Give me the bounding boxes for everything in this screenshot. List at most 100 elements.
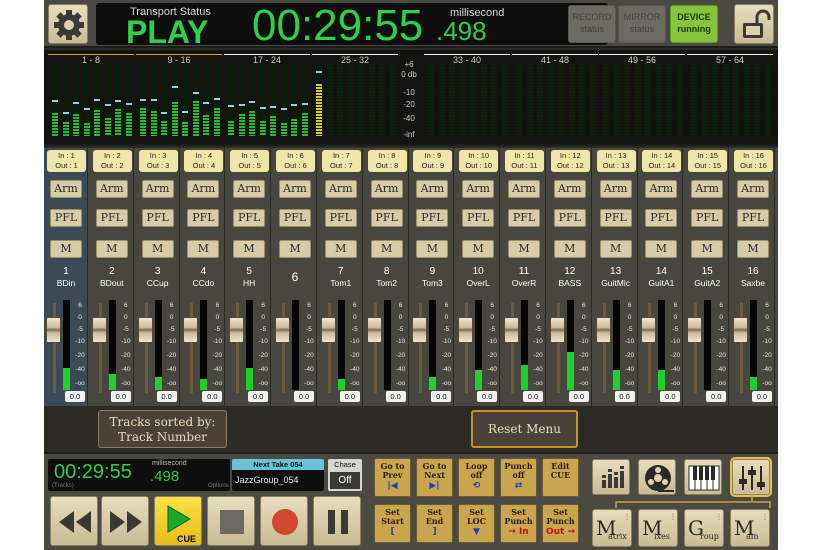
mute-button[interactable]: M	[737, 240, 769, 258]
channel-name[interactable]: GuitA1	[639, 278, 683, 288]
channel-name[interactable]: Saxbe	[731, 278, 775, 288]
mute-button[interactable]: M	[508, 240, 540, 258]
channel-name[interactable]: BDout	[90, 278, 134, 288]
fader-handle[interactable]	[46, 317, 61, 344]
channel-strip-12[interactable]: In : 12 Out : 12 Arm PFL M 12 BASS 6 0 -5 -10 -20 -4…	[548, 148, 592, 406]
mixer-view-button[interactable]	[730, 457, 772, 497]
channel-name[interactable]: BASS	[548, 278, 592, 288]
arm-button[interactable]: Arm	[508, 180, 540, 198]
pfl-button[interactable]: PFL	[370, 209, 403, 227]
channel-name[interactable]: Tom1	[319, 278, 363, 288]
arm-button[interactable]: Arm	[599, 180, 632, 198]
pfl-button[interactable]: PFL	[141, 209, 174, 227]
arm-button[interactable]: Arm	[645, 180, 678, 198]
channel-strip-1[interactable]: In : 1 Out : 1 Arm PFL M 1 BDin 6 0 -5 -10 -20 -40 -o…	[44, 148, 88, 406]
io-routing-button[interactable]: In : 3 Out : 3	[138, 150, 178, 172]
fader-handle[interactable]	[595, 317, 611, 344]
mute-button[interactable]: M	[187, 240, 220, 258]
fader-handle[interactable]	[458, 317, 474, 344]
pfl-button[interactable]: PFL	[50, 209, 82, 227]
mute-button[interactable]: M	[599, 240, 632, 258]
channel-name[interactable]: GuitMic	[594, 278, 638, 288]
io-routing-button[interactable]: In : 10 Out : 10	[459, 150, 499, 172]
mix-view-button-2[interactable]: Mixes ⫶	[638, 509, 678, 547]
channel-strip-15[interactable]: In : 15 Out : 15 Arm PFL M 15 GuitA2 6 0 -5 -10 -20…	[685, 148, 730, 406]
io-routing-button[interactable]: In : 16 Out : 16	[734, 150, 773, 172]
channel-name[interactable]: CCdo	[181, 278, 225, 288]
fader-handle[interactable]	[183, 317, 199, 344]
mute-button[interactable]: M	[462, 240, 495, 258]
arm-button[interactable]: Arm	[553, 180, 586, 198]
locate-button-4[interactable]: Punch off ⇄	[500, 458, 537, 497]
arm-button[interactable]: Arm	[95, 180, 128, 198]
next-take-field[interactable]: Next Take 054 JazzGroup_054	[232, 459, 324, 491]
mute-button[interactable]: M	[370, 240, 403, 258]
channel-strip-13[interactable]: In : 13 Out : 13 Arm PFL M 13 GuitMic 6 0 -5 -10 -2…	[594, 148, 638, 406]
fader-handle[interactable]	[275, 317, 290, 344]
pfl-button[interactable]: PFL	[279, 209, 311, 227]
channel-name[interactable]: Tom3	[410, 278, 454, 288]
meter-view-button[interactable]	[592, 459, 630, 495]
io-routing-button[interactable]: In : 1 Out : 1	[47, 150, 86, 172]
mix-view-button-4[interactable]: Main ⫶	[730, 509, 770, 547]
fast-forward-button[interactable]	[101, 496, 149, 546]
channel-strip-9[interactable]: In : 9 Out : 9 Arm PFL M 9 Tom3 6 0 -5 -10 -20 -40 -o…	[410, 148, 455, 406]
mix-view-button-1[interactable]: Matrix ⫶	[592, 509, 632, 547]
lock-button[interactable]	[734, 4, 774, 44]
mute-button[interactable]: M	[645, 240, 678, 258]
channel-strip-7[interactable]: In : 7 Out : 7 Arm PFL M 7 Tom1 6 0 -5 -10 -20 -40 -o…	[319, 148, 363, 406]
fader-handle[interactable]	[687, 317, 703, 344]
locate-button-8[interactable]: Set LOC ▼	[458, 504, 495, 543]
io-routing-button[interactable]: In : 11 Out : 11	[505, 150, 544, 172]
chase-toggle[interactable]: Chase Off	[328, 459, 362, 491]
pfl-button[interactable]: PFL	[645, 209, 678, 227]
locator-display[interactable]: 00:29:55 millisecond .498 (Tracks) Optio…	[48, 459, 230, 491]
fader-handle[interactable]	[412, 317, 428, 344]
pfl-button[interactable]: PFL	[95, 209, 128, 227]
channel-name[interactable]: GuitA2	[685, 278, 729, 288]
pfl-button[interactable]: PFL	[691, 209, 724, 227]
channel-strip-10[interactable]: In : 10 Out : 10 Arm PFL M 10 OverL 6 0 -5 -10 -20 -…	[456, 148, 501, 406]
arm-button[interactable]: Arm	[737, 180, 769, 198]
rewind-button[interactable]	[50, 496, 98, 546]
arm-button[interactable]: Arm	[233, 180, 266, 198]
fader-handle[interactable]	[641, 317, 657, 344]
pfl-button[interactable]: PFL	[187, 209, 220, 227]
stop-button[interactable]	[207, 496, 255, 546]
arm-button[interactable]: Arm	[141, 180, 174, 198]
io-routing-button[interactable]: In : 7 Out : 7	[321, 150, 361, 172]
mute-button[interactable]: M	[50, 240, 82, 258]
pause-button[interactable]	[313, 496, 361, 546]
io-routing-button[interactable]: In : 12 Out : 12	[550, 150, 590, 172]
io-routing-button[interactable]: In : 6 Out : 6	[276, 150, 315, 172]
mute-button[interactable]: M	[279, 240, 311, 258]
mute-button[interactable]: M	[553, 240, 586, 258]
locate-button-1[interactable]: Go to Prev |◀	[374, 458, 411, 497]
io-routing-button[interactable]: In : 4 Out : 4	[184, 150, 224, 172]
mute-button[interactable]: M	[95, 240, 128, 258]
pfl-button[interactable]: PFL	[416, 209, 449, 227]
io-routing-button[interactable]: In : 14 Out : 14	[642, 150, 682, 172]
pfl-button[interactable]: PFL	[737, 209, 769, 227]
record-status-button[interactable]: RECORD status	[568, 5, 616, 43]
track-sort-button[interactable]: Tracks sorted by: Track Number	[98, 410, 227, 448]
channel-name[interactable]: Tom2	[365, 278, 409, 288]
locate-button-2[interactable]: Go to Next ▶|	[416, 458, 453, 497]
io-routing-button[interactable]: In : 8 Out : 8	[367, 150, 407, 172]
record-button[interactable]	[260, 496, 308, 546]
channel-name[interactable]: CCup	[136, 278, 180, 288]
locate-button-7[interactable]: Set End]	[416, 504, 453, 543]
channel-name[interactable]: BDin	[44, 278, 88, 288]
io-routing-button[interactable]: In : 15 Out : 15	[688, 150, 728, 172]
mute-button[interactable]: M	[324, 240, 357, 258]
settings-button[interactable]	[48, 4, 88, 44]
pfl-button[interactable]: PFL	[553, 209, 586, 227]
fader-handle[interactable]	[91, 317, 107, 344]
play-cue-button[interactable]: CUE	[154, 496, 202, 546]
mute-button[interactable]: M	[416, 240, 449, 258]
mute-button[interactable]: M	[691, 240, 724, 258]
fader-handle[interactable]	[229, 317, 245, 344]
io-routing-button[interactable]: In : 13 Out : 13	[596, 150, 636, 172]
mute-button[interactable]: M	[141, 240, 174, 258]
channel-name[interactable]: OverL	[456, 278, 500, 288]
